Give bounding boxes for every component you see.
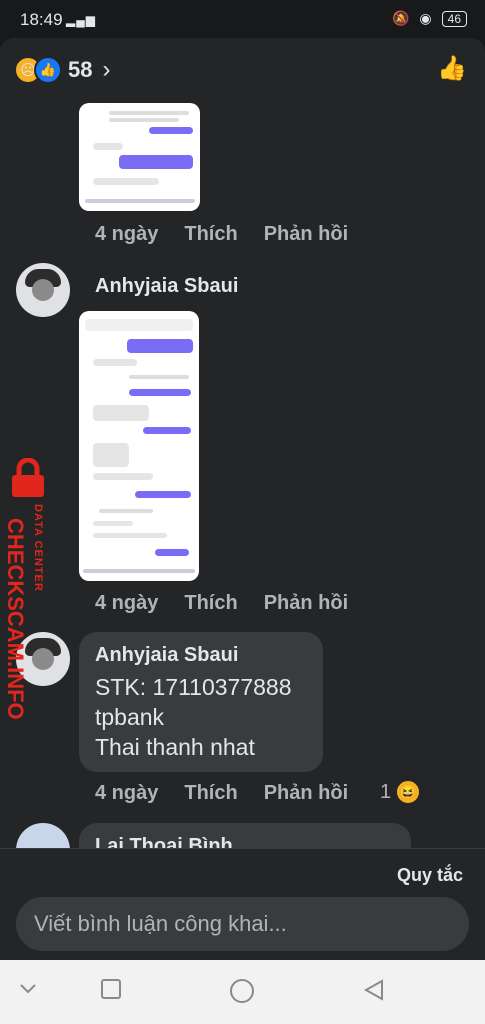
avatar[interactable] [16, 823, 70, 848]
like-link[interactable]: Thích [184, 592, 237, 615]
back-icon[interactable] [362, 978, 386, 1002]
home-icon[interactable] [229, 978, 255, 1004]
comment-time: 4 ngày [95, 592, 159, 614]
avatar[interactable] [16, 263, 70, 317]
comment-time: 4 ngày [95, 223, 159, 245]
reply-link[interactable]: Phản hồi [264, 592, 348, 615]
rules-link[interactable]: Quy tắc [397, 865, 463, 886]
comment-reaction[interactable]: 1 😆 [380, 779, 422, 805]
comment-bubble[interactable]: Lai Thoai Bình [79, 823, 411, 848]
lock-icon [12, 458, 44, 497]
status-bar: 18:49 ▂▄▆ 🔕 ◉ 46 [0, 0, 485, 38]
comment-author[interactable]: Anhyjaia Sbaui [95, 275, 238, 298]
recent-apps-icon[interactable] [100, 978, 122, 1000]
like-link[interactable]: Thích [184, 223, 237, 246]
reaction-count: 58 [68, 57, 93, 82]
comment-image[interactable] [79, 311, 199, 581]
haha-reaction-icon: 😆 [395, 779, 422, 805]
comment-time: 4 ngày [95, 782, 159, 804]
bell-off-icon: 🔕 [391, 10, 410, 26]
comment-input-wrapper[interactable] [16, 897, 469, 951]
comment-image[interactable] [79, 103, 200, 211]
watermark: CHECKSCAM.INFO DATA CENTER [2, 458, 54, 720]
watermark-subtext: DATA CENTER [32, 504, 44, 592]
comment-text-line: tpbank [95, 704, 165, 730]
reply-link[interactable]: Phản hồi [264, 223, 348, 246]
chevron-right-icon[interactable]: › [102, 56, 110, 84]
comment-actions: 4 ngày Thích Phản hồi [95, 782, 374, 805]
comments-sheet: ☹ 👍 58 › 👍 4 ngày Thích Phản hồi Anhyjai… [0, 38, 485, 848]
comment-bubble[interactable]: Anhyjaia Sbaui STK: 17110377888 tpbank T… [79, 632, 323, 772]
like-thumb-icon[interactable]: 👍 [437, 54, 467, 83]
reply-link[interactable]: Phản hồi [264, 782, 348, 805]
like-reaction-icon: 👍 [34, 56, 62, 84]
signal-icon: ▂▄▆ [66, 13, 96, 27]
comment-actions: 4 ngày Thích Phản hồi [95, 223, 374, 246]
nav-down-icon[interactable] [18, 978, 38, 998]
reaction-count: 1 [380, 780, 392, 803]
data-saver-icon: ◉ [419, 10, 432, 26]
comments-header: ☹ 👍 58 › 👍 [0, 38, 485, 100]
comment-author[interactable]: Anhyjaia Sbaui [95, 644, 238, 667]
comment-actions: 4 ngày Thích Phản hồi [95, 592, 374, 615]
system-nav-bar [0, 960, 485, 1024]
comment-input[interactable] [16, 897, 434, 951]
watermark-text: CHECKSCAM.INFO [3, 518, 28, 720]
battery-icon: 46 [441, 10, 467, 27]
comment-author[interactable]: Lai Thoai Bình [95, 835, 233, 848]
comment-text-line: STK: 17110377888 [95, 674, 292, 700]
like-link[interactable]: Thích [184, 782, 237, 805]
comment-composer: Quy tắc [0, 848, 485, 961]
comment-text-line: Thai thanh nhat [95, 734, 255, 760]
reaction-summary[interactable]: ☹ 👍 58 › [14, 56, 110, 84]
clock: 18:49 [20, 10, 63, 29]
